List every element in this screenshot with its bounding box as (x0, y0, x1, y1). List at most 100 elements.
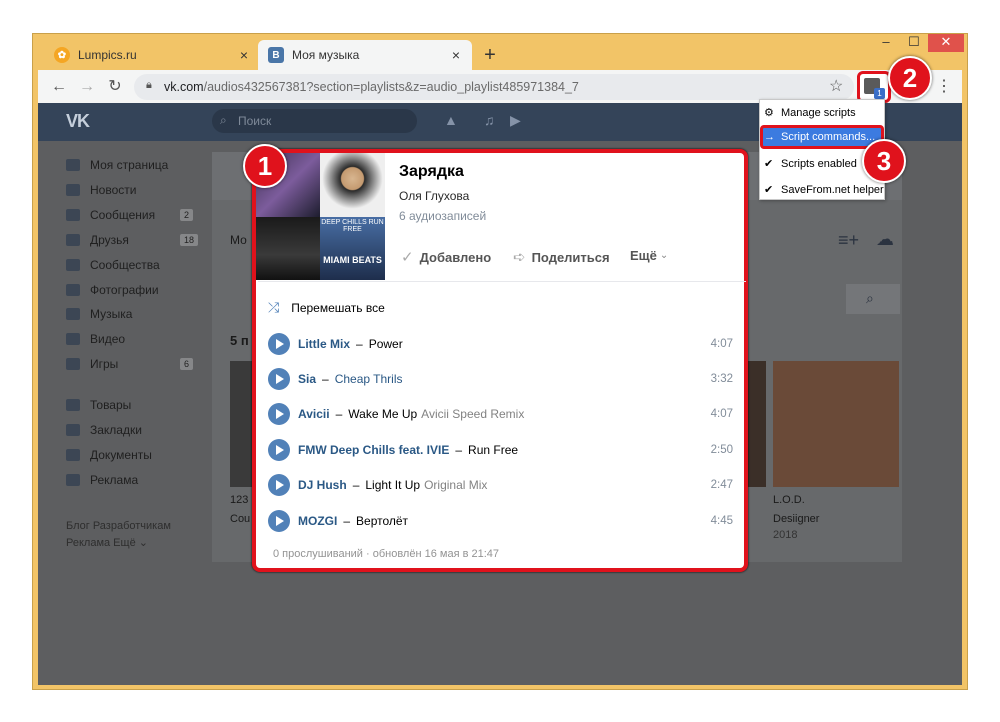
tab-vk-music[interactable]: В Моя музыка × (258, 40, 472, 70)
shuffle-icon: ⤮ (268, 299, 280, 315)
menu-item-scripts-enabled[interactable]: ✔ Scripts enabled (764, 157, 857, 171)
sidebar-item[interactable]: Видео (66, 332, 125, 346)
sidebar-item[interactable]: Друзья 18 (66, 233, 199, 247)
cover-avicii (256, 217, 320, 280)
close-tab-icon[interactable]: × (240, 47, 248, 63)
forward-icon[interactable]: → (76, 76, 98, 98)
share-label: Поделиться (531, 249, 610, 265)
track-row[interactable]: Avicii – Wake Me Up Avicii Speed Remix 4:07 (268, 401, 733, 427)
playlist-owner[interactable]: Оля Глухова (399, 189, 469, 203)
play-icon[interactable] (268, 510, 290, 532)
close-tab-icon[interactable]: × (452, 47, 460, 63)
track-row[interactable]: FMW Deep Chills feat. IVIE – Run Free 2:50 (268, 437, 733, 463)
sidebar-item-count: 18 (180, 234, 199, 246)
sidebar-item-label: Новости (90, 183, 137, 197)
footer-links-1[interactable]: Блог Разработчикам (66, 518, 196, 535)
track-row[interactable]: Little Mix – Power 4:07 (268, 331, 733, 357)
menu-item-label: Scripts enabled (781, 157, 857, 170)
tab-lumpics[interactable]: ✿ Lumpics.ru × (44, 40, 260, 70)
sidebar-item[interactable]: Сообщества (66, 258, 160, 272)
sidebar-item-icon (66, 184, 80, 196)
reload-icon[interactable]: ↻ (104, 76, 126, 98)
url-text[interactable]: vk.com/audios432567381?section=playlists… (164, 80, 579, 94)
track-title: Power (368, 337, 403, 351)
track-row[interactable]: Sia – Cheap Thrils 3:32 (268, 366, 733, 392)
check-icon: ✔ (764, 184, 774, 196)
sidebar-item[interactable]: Документы (66, 448, 152, 462)
footer-links-2[interactable]: Реклама Ещё ⌄ (66, 535, 196, 552)
play-icon[interactable] (268, 403, 290, 425)
sidebar-item[interactable]: Новости (66, 183, 136, 197)
sidebar-item[interactable]: Закладки (66, 423, 142, 437)
sidebar-item-label: Моя страница (90, 158, 169, 172)
sidebar-item[interactable]: Сообщения 2 (66, 208, 194, 222)
sidebar-item-icon (66, 449, 80, 461)
menu-item-manage-scripts[interactable]: ⚙ Manage scripts (764, 106, 856, 120)
minimize-icon[interactable]: – (872, 34, 900, 52)
menu-item-savefrom[interactable]: ✔ SaveFrom.net helper (764, 183, 884, 197)
vk-favicon-icon: В (268, 47, 284, 63)
sidebar-item-label: Документы (90, 448, 152, 462)
window-close-icon[interactable]: ✕ (928, 34, 964, 52)
added-label: Добавлено (419, 249, 492, 265)
divider (258, 281, 746, 282)
sidebar-item-label: Сообщения (90, 208, 156, 222)
track-artist[interactable]: Little Mix (298, 337, 350, 351)
track-artist[interactable]: DJ Hush (298, 478, 347, 492)
sidebar-item-label: Фотографии (90, 283, 159, 297)
check-icon: ✓ (401, 249, 414, 266)
lock-icon[interactable]: 🔒︎ (146, 79, 152, 92)
track-row[interactable]: DJ Hush – Light It Up Original Mix 2:47 (268, 472, 733, 498)
sidebar-item-count: 6 (180, 358, 194, 370)
track-artist[interactable]: MOZGI (298, 514, 337, 528)
added-button[interactable]: ✓ Добавлено (401, 248, 491, 266)
cover-deep-text: DEEP CHILLS RUN FREE (321, 219, 384, 233)
sidebar-item-label: Друзья (90, 233, 129, 247)
sidebar-item-label: Сообщества (90, 258, 160, 272)
cover-miami-beats: DEEP CHILLS RUN FREE MIAMI BEATS (320, 217, 385, 280)
sidebar-item[interactable]: Реклама (66, 473, 138, 487)
new-tab-button[interactable]: + (480, 44, 500, 66)
sidebar-item-label: Игры (90, 357, 119, 371)
sidebar-item[interactable]: Музыка (66, 307, 132, 321)
share-button[interactable]: ➪ Поделиться (513, 248, 610, 266)
play-icon[interactable] (268, 333, 290, 355)
maximize-icon[interactable]: ☐ (900, 34, 928, 52)
playlist-count: 6 аудиозаписей (399, 209, 487, 223)
browser-menu-icon[interactable]: ⋮ (936, 76, 952, 96)
bell-icon[interactable]: ▲ (444, 112, 458, 128)
track-artist[interactable]: FMW Deep Chills feat. IVIE (298, 443, 449, 457)
vk-logo[interactable]: VK (66, 111, 90, 132)
sidebar-item[interactable]: Товары (66, 398, 131, 412)
sidebar-item-count: 2 (180, 209, 194, 221)
sidebar-item[interactable]: Фотографии (66, 283, 159, 297)
music-note-icon[interactable]: ♫ (484, 112, 495, 128)
chevron-down-icon: ⌄ (659, 250, 669, 261)
play-icon[interactable]: ▶ (510, 112, 521, 129)
vk-search-placeholder: Поиск (238, 114, 272, 128)
sidebar-item-icon (66, 333, 80, 345)
back-icon[interactable]: ← (48, 76, 70, 98)
track-separator: – (356, 337, 363, 351)
shuffle-all-button[interactable]: ⤮ Перемешать все (268, 299, 385, 316)
track-title: Вертолёт (356, 514, 409, 528)
menu-item-label: Manage scripts (781, 106, 856, 119)
bookmark-star-icon[interactable]: ☆ (829, 76, 843, 96)
play-icon[interactable] (268, 368, 290, 390)
play-icon[interactable] (268, 439, 290, 461)
track-row[interactable]: MOZGI – Вертолёт 4:45 (268, 508, 733, 534)
sidebar-item-label: Закладки (90, 423, 142, 437)
track-artist[interactable]: Avicii (298, 407, 330, 421)
play-icon[interactable] (268, 474, 290, 496)
more-label: Ещё (630, 248, 657, 263)
track-duration: 2:47 (710, 479, 733, 491)
sidebar-item-icon (66, 358, 80, 370)
more-button[interactable]: Ещё ⌄ (630, 248, 668, 263)
annotation-badge-3: 3 (862, 139, 906, 183)
menu-item-script-commands[interactable]: → Script commands... (764, 131, 875, 143)
track-artist[interactable]: Sia (298, 372, 316, 386)
bg-album2-title: L.O.D. (773, 494, 805, 506)
sidebar-item-icon (66, 234, 80, 246)
sidebar-item[interactable]: Моя страница (66, 158, 168, 172)
sidebar-item[interactable]: Игры 6 (66, 357, 194, 371)
